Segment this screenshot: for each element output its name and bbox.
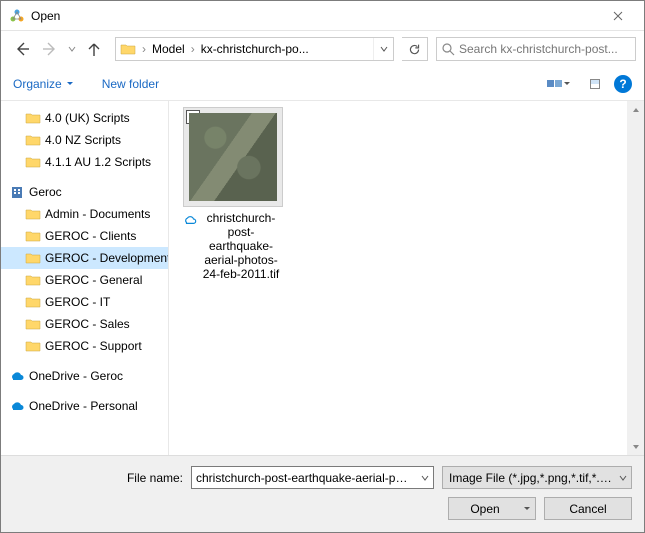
up-button[interactable] (81, 36, 107, 62)
cloud-icon (183, 212, 197, 226)
filename-input[interactable]: christchurch-post-earthquake-aerial-phot… (191, 466, 434, 489)
address-dropdown[interactable] (373, 38, 393, 60)
view-mode-button[interactable] (542, 72, 576, 96)
folder-icon (120, 41, 136, 57)
scroll-down-button[interactable] (627, 438, 644, 455)
chevron-right-icon: › (140, 42, 148, 56)
building-icon (9, 184, 25, 200)
filename-label: File name: (13, 471, 183, 485)
footer: File name: christchurch-post-earthquake-… (1, 455, 644, 532)
search-icon (441, 42, 455, 56)
new-folder-button[interactable]: New folder (102, 77, 159, 91)
refresh-button[interactable] (402, 37, 428, 61)
folder-tree[interactable]: 4.0 (UK) Scripts 4.0 NZ Scripts 4.1.1 AU… (1, 101, 169, 455)
nav-toolbar: › Model › kx-christchurch-po... Search k… (1, 31, 644, 67)
file-label: christchurch-post-earthquake-aerial-phot… (199, 211, 283, 281)
tree-node[interactable]: GEROC - Sales (1, 313, 168, 335)
tree-node[interactable]: GEROC - IT (1, 291, 168, 313)
open-dialog: Open › Model › kx-christchurch-po... (0, 0, 645, 533)
filetype-select[interactable]: Image File (*.jpg,*.png,*.tif,*.tiff) (442, 466, 632, 489)
tree-node[interactable]: Geroc (1, 181, 168, 203)
file-item[interactable]: ✓ christchurch-post-earthquake-aerial-ph… (183, 107, 283, 281)
forward-button[interactable] (37, 36, 63, 62)
tree-node[interactable]: GEROC - General (1, 269, 168, 291)
titlebar: Open (1, 1, 644, 31)
breadcrumb-item[interactable]: kx-christchurch-po... (197, 38, 313, 60)
search-placeholder: Search kx-christchurch-post... (459, 42, 631, 56)
window-title: Open (31, 9, 600, 23)
chevron-right-icon: › (189, 42, 197, 56)
dropdown-icon[interactable] (615, 467, 631, 488)
tree-node[interactable]: Admin - Documents (1, 203, 168, 225)
preview-pane-button[interactable] (584, 73, 606, 95)
open-button[interactable]: Open (448, 497, 536, 520)
help-button[interactable]: ? (614, 75, 632, 93)
tree-node[interactable]: OneDrive - Personal (1, 395, 168, 417)
back-button[interactable] (9, 36, 35, 62)
scrollbar[interactable] (627, 101, 644, 455)
cancel-button[interactable]: Cancel (544, 497, 632, 520)
onedrive-icon (9, 398, 25, 414)
scroll-up-button[interactable] (627, 101, 644, 118)
command-bar: Organize New folder ? (1, 67, 644, 101)
file-list[interactable]: ✓ christchurch-post-earthquake-aerial-ph… (169, 101, 644, 455)
close-button[interactable] (600, 2, 636, 30)
split-dropdown-icon[interactable] (523, 505, 531, 513)
breadcrumb-item[interactable]: Model (148, 38, 189, 60)
tree-node[interactable]: 4.1.1 AU 1.2 Scripts (1, 151, 168, 173)
tree-node[interactable]: GEROC - Support (1, 335, 168, 357)
organize-menu[interactable]: Organize (13, 77, 74, 91)
search-input[interactable]: Search kx-christchurch-post... (436, 37, 636, 61)
tree-node-selected[interactable]: GEROC - Development (1, 247, 168, 269)
app-icon (9, 8, 25, 24)
recent-dropdown[interactable] (65, 45, 79, 53)
file-thumbnail (189, 113, 277, 201)
address-bar[interactable]: › Model › kx-christchurch-po... (115, 37, 394, 61)
onedrive-icon (9, 368, 25, 384)
tree-node[interactable]: GEROC - Clients (1, 225, 168, 247)
tree-node[interactable]: 4.0 NZ Scripts (1, 129, 168, 151)
dropdown-icon[interactable] (417, 467, 433, 488)
tree-node[interactable]: OneDrive - Geroc (1, 365, 168, 387)
tree-node[interactable]: 4.0 (UK) Scripts (1, 107, 168, 129)
